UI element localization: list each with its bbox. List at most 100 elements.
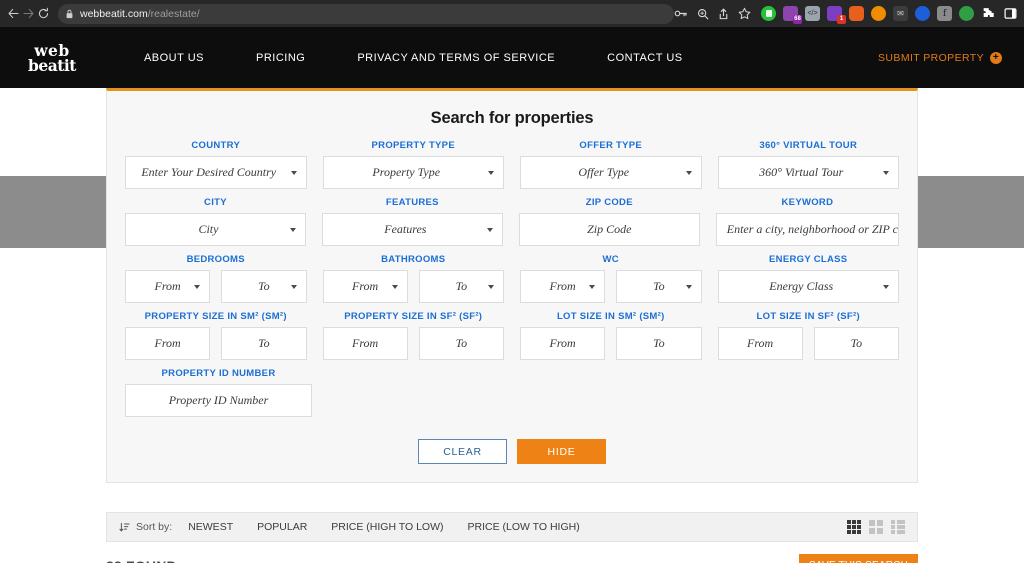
firefox-extension-icon[interactable] bbox=[849, 6, 864, 21]
bookmark-star-icon[interactable] bbox=[738, 7, 751, 20]
lot-size-sm-from-input[interactable]: From bbox=[520, 327, 606, 360]
extension-badge-count: 1 bbox=[837, 15, 846, 24]
label-country: COUNTRY bbox=[191, 140, 241, 151]
label-property-size-sm: PROPERTY SIZE IN SM² (SM²) bbox=[144, 311, 287, 322]
nav-about-us[interactable]: ABOUT US bbox=[118, 52, 230, 64]
field-property-size-sf: PROPERTY SIZE IN SF² (SF²) From To bbox=[315, 311, 513, 360]
label-zip-code: ZIP CODE bbox=[585, 197, 633, 208]
energy-class-select[interactable]: Energy Class bbox=[717, 270, 899, 303]
bathrooms-to-select[interactable]: To bbox=[418, 270, 504, 303]
sort-by-label: Sort by: bbox=[136, 521, 173, 533]
sort-bar: Sort by: NEWEST POPULAR PRICE (HIGH TO L… bbox=[106, 512, 918, 542]
wc-to-select[interactable]: To bbox=[616, 270, 702, 303]
virtual-tour-select[interactable]: 360° Virtual Tour bbox=[717, 156, 899, 189]
puzzle-extensions-icon[interactable] bbox=[981, 6, 996, 21]
code-extension-icon[interactable]: </> bbox=[805, 6, 820, 21]
gear-extension-icon[interactable]: 1 bbox=[827, 6, 846, 24]
wc-from-select[interactable]: From bbox=[520, 270, 606, 303]
submit-property-link[interactable]: SUBMIT PROPERTY + bbox=[878, 51, 1002, 64]
chevron-down-icon bbox=[194, 284, 201, 289]
wc-from-value: From bbox=[549, 279, 576, 293]
label-virtual-tour: 360° VIRTUAL TOUR bbox=[759, 140, 858, 151]
page-body: Search for properties COUNTRY Enter Your… bbox=[0, 88, 1024, 563]
country-select[interactable]: Enter Your Desired Country bbox=[125, 156, 307, 189]
label-bedrooms: BEDROOMS bbox=[186, 254, 245, 265]
label-property-size-sf: PROPERTY SIZE IN SF² (SF²) bbox=[344, 311, 483, 322]
field-offer-type: OFFER TYPE Offer Type bbox=[512, 140, 710, 189]
property-size-sf-to-placeholder: To bbox=[455, 336, 468, 350]
form-row-4: PROPERTY SIZE IN SM² (SM²) From To PROPE… bbox=[117, 311, 907, 360]
label-features: FEATURES bbox=[385, 197, 439, 208]
view-grid-large-icon[interactable] bbox=[869, 520, 883, 534]
hide-button[interactable]: HIDE bbox=[517, 439, 606, 464]
features-select[interactable]: Features bbox=[321, 213, 503, 246]
field-lot-size-sf: LOT SIZE IN SF² (SF²) From To bbox=[710, 311, 908, 360]
plus-circle-icon: + bbox=[990, 51, 1002, 64]
sort-price-low-high[interactable]: PRICE (LOW TO HIGH) bbox=[468, 521, 580, 533]
field-city: CITY City bbox=[117, 197, 314, 246]
property-id-input[interactable]: Property ID Number bbox=[125, 384, 312, 417]
lot-size-sf-to-input[interactable]: To bbox=[813, 327, 899, 360]
facebook-extension-icon[interactable]: f bbox=[937, 6, 952, 21]
green-shield-extension-icon[interactable] bbox=[761, 6, 776, 21]
bedrooms-to-select[interactable]: To bbox=[221, 270, 307, 303]
sidepanel-icon[interactable] bbox=[1003, 6, 1018, 21]
nav-contact-us[interactable]: CONTACT US bbox=[581, 52, 709, 64]
property-size-sf-from-input[interactable]: From bbox=[322, 327, 408, 360]
bedrooms-to-value: To bbox=[258, 279, 270, 293]
label-keyword: KEYWORD bbox=[781, 197, 834, 208]
results-header: 83 FOUND SAVE THIS SEARCH bbox=[106, 554, 918, 563]
blue-circle-extension-icon[interactable] bbox=[915, 6, 930, 21]
property-size-sf-to-input[interactable]: To bbox=[418, 327, 504, 360]
zip-code-input[interactable]: Zip Code bbox=[518, 213, 700, 246]
lot-size-sm-to-input[interactable]: To bbox=[616, 327, 702, 360]
sort-newest[interactable]: NEWEST bbox=[188, 521, 233, 533]
back-arrow-icon[interactable] bbox=[7, 3, 20, 25]
offer-type-select[interactable]: Offer Type bbox=[520, 156, 702, 189]
zoom-icon[interactable] bbox=[697, 8, 709, 20]
sort-descending-icon[interactable] bbox=[119, 522, 130, 533]
field-property-id: PROPERTY ID NUMBER Property ID Number bbox=[117, 368, 320, 417]
label-property-type: PROPERTY TYPE bbox=[371, 140, 455, 151]
save-this-search-button[interactable]: SAVE THIS SEARCH bbox=[799, 554, 918, 563]
sort-popular[interactable]: POPULAR bbox=[257, 521, 307, 533]
nav-pricing[interactable]: PRICING bbox=[230, 52, 331, 64]
chevron-down-icon bbox=[290, 284, 297, 289]
clear-button[interactable]: CLEAR bbox=[418, 439, 507, 464]
sort-price-high-low[interactable]: PRICE (HIGH TO LOW) bbox=[331, 521, 443, 533]
clock-extension-icon[interactable] bbox=[871, 6, 886, 21]
reload-icon[interactable] bbox=[37, 3, 50, 25]
field-bedrooms: BEDROOMS From To bbox=[117, 254, 315, 303]
site-logo[interactable]: web beatit bbox=[28, 42, 76, 75]
lot-size-sf-from-input[interactable]: From bbox=[717, 327, 803, 360]
chevron-down-icon bbox=[685, 284, 692, 289]
form-row-3: BEDROOMS From To BATHROOMS From To WC Fr… bbox=[117, 254, 907, 303]
view-list-icon[interactable] bbox=[891, 520, 905, 534]
forward-arrow-icon[interactable] bbox=[22, 3, 35, 25]
property-size-sm-from-input[interactable]: From bbox=[125, 327, 211, 360]
chevron-down-icon bbox=[883, 170, 889, 175]
label-wc: WC bbox=[602, 254, 619, 265]
nav-privacy-terms[interactable]: PRIVACY AND TERMS OF SERVICE bbox=[331, 52, 581, 64]
city-select[interactable]: City bbox=[125, 213, 306, 246]
label-energy-class: ENERGY CLASS bbox=[769, 254, 848, 265]
share-icon[interactable] bbox=[718, 8, 729, 20]
search-properties-panel: Search for properties COUNTRY Enter Your… bbox=[106, 88, 918, 483]
panel-actions: CLEAR HIDE bbox=[117, 439, 907, 464]
zip-code-placeholder: Zip Code bbox=[587, 222, 632, 236]
address-bar[interactable]: webbeatit.com/realestate/ bbox=[58, 3, 674, 24]
purple-owl-extension-icon[interactable]: 68 bbox=[783, 6, 802, 24]
label-property-id: PROPERTY ID NUMBER bbox=[161, 368, 276, 379]
bathrooms-from-select[interactable]: From bbox=[322, 270, 408, 303]
bedrooms-from-select[interactable]: From bbox=[125, 270, 211, 303]
property-type-select[interactable]: Property Type bbox=[322, 156, 504, 189]
mail-extension-icon[interactable]: ✉ bbox=[893, 6, 908, 21]
property-size-sm-to-input[interactable]: To bbox=[221, 327, 307, 360]
keyword-input[interactable]: Enter a city, neighborhood or ZIP c bbox=[715, 213, 899, 246]
logo-line-2: beatit bbox=[28, 55, 76, 75]
view-grid-compact-icon[interactable] bbox=[847, 520, 861, 534]
url-host: webbeatit.com bbox=[80, 7, 148, 20]
broccoli-extension-icon[interactable] bbox=[959, 6, 974, 21]
bathrooms-to-value: To bbox=[455, 279, 468, 293]
password-key-icon[interactable] bbox=[674, 8, 688, 19]
